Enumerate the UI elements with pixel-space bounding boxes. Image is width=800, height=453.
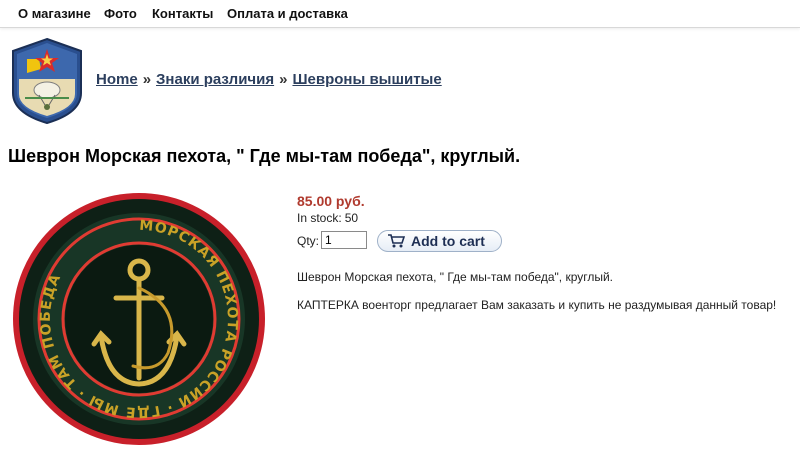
breadcrumb-home[interactable]: Home — [96, 71, 138, 88]
breadcrumb-separator: » — [279, 71, 288, 88]
cart-icon — [388, 234, 405, 248]
nav-item-contacts[interactable]: Контакты — [152, 6, 213, 21]
breadcrumb-embroidered-chevrons[interactable]: Шевроны вышитые — [292, 71, 441, 88]
nav-item-payment-delivery[interactable]: Оплата и доставка — [227, 6, 348, 21]
breadcrumb-insignia[interactable]: Знаки различия — [156, 71, 274, 88]
breadcrumb: Home» Знаки различия» Шевроны вышитые — [96, 71, 442, 88]
stock-status: In stock: 50 — [297, 211, 358, 225]
add-to-cart-label: Add to cart — [411, 233, 485, 249]
product-price: 85.00 руб. — [297, 193, 365, 209]
product-description: Шеврон Морская пехота, " Где мы-там побе… — [297, 270, 614, 284]
top-navigation: О магазине Фото Контакты Оплата и достав… — [0, 0, 800, 28]
breadcrumb-separator: » — [142, 71, 152, 88]
stock-value: 50 — [344, 211, 359, 225]
stock-label: In stock: — [297, 211, 342, 225]
product-promo-text: КАПТЕРКА военторг предлагает Вам заказат… — [297, 298, 777, 312]
nav-item-photo[interactable]: Фото — [104, 6, 137, 21]
add-to-cart-button[interactable]: Add to cart — [377, 230, 502, 252]
site-logo[interactable] — [11, 37, 83, 125]
product-image[interactable]: МОРСКАЯ ПЕХОТА РОССИИ · ГДЕ МЫ · ТАМ ПОБ… — [8, 188, 270, 450]
product-title: Шеврон Морская пехота, " Где мы-там побе… — [8, 146, 521, 166]
quantity-label: Qty: — [297, 234, 320, 248]
nav-item-about[interactable]: О магазине — [18, 6, 91, 21]
quantity-input[interactable] — [321, 231, 367, 249]
